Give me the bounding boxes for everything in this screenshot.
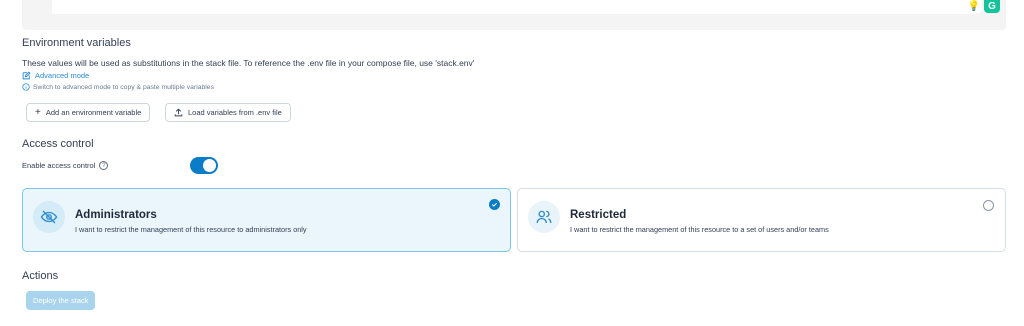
restricted-option-card[interactable]: Restricted I want to restrict the manage… bbox=[517, 188, 1006, 252]
check-icon bbox=[489, 199, 500, 210]
env-description: These values will be used as substitutio… bbox=[22, 58, 475, 68]
extension-icons: 💡 G bbox=[966, 0, 1000, 13]
load-env-file-label: Load variables from .env file bbox=[188, 108, 282, 117]
add-env-variable-label: Add an environment variable bbox=[45, 108, 142, 117]
administrators-description: I want to restrict the management of thi… bbox=[75, 225, 307, 234]
administrators-title: Administrators bbox=[75, 209, 157, 221]
actions-section-title: Actions bbox=[22, 270, 59, 282]
editor-text-area[interactable] bbox=[52, 0, 976, 14]
deploy-stack-button[interactable]: Deploy the stack bbox=[26, 291, 96, 310]
administrators-option-card[interactable]: Administrators I want to restrict the ma… bbox=[22, 188, 511, 252]
edit-icon bbox=[22, 71, 31, 80]
env-section-title: Environment variables bbox=[22, 37, 131, 49]
eye-off-icon bbox=[33, 201, 65, 233]
radio-icon[interactable] bbox=[983, 200, 994, 211]
toggle-knob bbox=[203, 159, 216, 172]
users-icon bbox=[528, 201, 560, 233]
info-icon bbox=[22, 83, 30, 91]
stack-editor[interactable]: 💡 G bbox=[22, 0, 1006, 30]
lightbulb-icon[interactable]: 💡 bbox=[966, 0, 982, 13]
advanced-mode-link[interactable]: Advanced mode bbox=[22, 71, 89, 80]
advanced-mode-label[interactable]: Advanced mode bbox=[35, 71, 89, 80]
enable-access-control-label: Enable access control ? bbox=[22, 161, 109, 170]
plus-icon: + bbox=[35, 106, 41, 118]
hint-text: Switch to advanced mode to copy & paste … bbox=[33, 83, 214, 91]
grammarly-icon[interactable]: G bbox=[984, 0, 1000, 13]
load-env-file-button[interactable]: Load variables from .env file bbox=[165, 103, 291, 122]
add-env-variable-button[interactable]: + Add an environment variable bbox=[26, 103, 151, 122]
restricted-title: Restricted bbox=[570, 209, 627, 221]
restricted-description: I want to restrict the management of thi… bbox=[570, 225, 829, 234]
enable-access-control-text: Enable access control bbox=[22, 161, 96, 170]
access-control-toggle[interactable] bbox=[190, 157, 218, 174]
help-icon[interactable]: ? bbox=[99, 161, 109, 170]
advanced-mode-hint: Switch to advanced mode to copy & paste … bbox=[22, 83, 214, 91]
upload-icon bbox=[174, 108, 183, 117]
access-section-title: Access control bbox=[22, 138, 94, 150]
